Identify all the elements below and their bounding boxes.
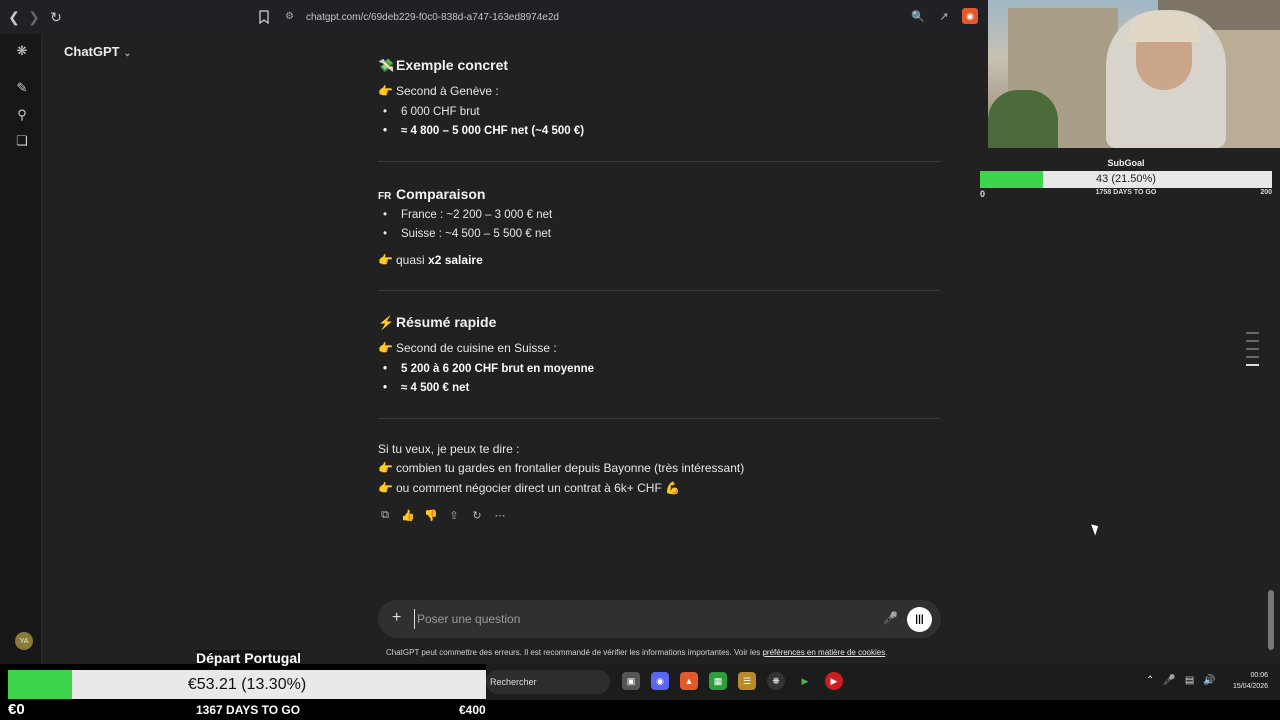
model-selector[interactable]: ChatGPT ⌄: [64, 44, 131, 59]
library-icon[interactable]: ❏: [13, 132, 31, 150]
share-icon[interactable]: ⇧: [447, 508, 461, 522]
disclaimer: ChatGPT peut commettre des erreurs. Il e…: [386, 648, 888, 657]
address-bar[interactable]: chatgpt.com/c/69deb229-f0c0-838d-a747-16…: [306, 12, 559, 23]
forward-icon[interactable]: ❯: [24, 7, 44, 27]
prompt-input[interactable]: [414, 609, 854, 629]
message-actions: ⧉ 👍 👎 ⇧ ↻ ⋯: [378, 508, 507, 522]
taskbar-search[interactable]: Rechercher: [486, 670, 610, 694]
pointing-hand-icon: 👉: [378, 84, 393, 98]
zoom-icon[interactable]: 🔍: [910, 8, 926, 24]
paragraph: 👉 combien tu gardes en frontalier depuis …: [378, 461, 745, 475]
back-icon[interactable]: ❮: [4, 7, 24, 27]
more-icon[interactable]: ⋯: [493, 508, 507, 522]
chatgpt-app-icon[interactable]: ❋: [767, 672, 785, 690]
chevron-up-icon[interactable]: ⌃: [1146, 675, 1154, 686]
taskbar: Rechercher ▣ ◉ ▲ ▦ ☰ ❋ ▶ ▶ ⌃ 🎤 ▤ 🔊 00:06…: [486, 664, 1280, 700]
list-item: Suisse : ~4 500 – 5 500 € net: [383, 228, 551, 240]
paragraph: 👉 Second à Genève :: [378, 84, 499, 98]
file-explorer-icon[interactable]: ▣: [622, 672, 640, 690]
browser-toolbar: ❮ ❯ ↻ ⚙ chatgpt.com/c/69deb229-f0c0-838d…: [0, 0, 988, 34]
new-chat-icon[interactable]: ✎: [13, 79, 31, 97]
clock-date: 15/04/2026: [1232, 683, 1268, 690]
youtube-icon[interactable]: ▶: [825, 672, 843, 690]
goal-progress-text: €53.21 (13.30%): [187, 676, 307, 693]
pointing-hand-icon: 👉: [378, 481, 393, 495]
regenerate-icon[interactable]: ↻: [470, 508, 484, 522]
scrollbar[interactable]: [1268, 590, 1274, 650]
copy-icon[interactable]: ⧉: [378, 508, 392, 522]
site-settings-icon[interactable]: ⚙: [285, 11, 294, 22]
spreadsheet-icon[interactable]: ▦: [709, 672, 727, 690]
mouse-cursor: [1091, 522, 1101, 536]
pointing-hand-icon: 👉: [378, 461, 393, 475]
goal-title: Départ Portugal: [196, 650, 302, 666]
play-store-icon[interactable]: ▶: [796, 672, 814, 690]
heading-comparison: FR Comparaison: [378, 186, 486, 202]
subgoal-days: 1758 DAYS TO GO: [1095, 189, 1157, 196]
reload-icon[interactable]: ↻: [46, 7, 66, 27]
add-attachment-icon[interactable]: +: [392, 609, 401, 627]
paragraph: 👉 quasi x2 salaire: [378, 253, 483, 267]
thumbs-up-icon[interactable]: 👍: [401, 508, 415, 522]
heading-concrete-example: 💸 Exemple concret: [378, 57, 509, 73]
pointing-hand-icon: 👉: [378, 341, 393, 355]
heading-quick-summary: ⚡ Résumé rapide: [378, 314, 497, 330]
sidebar-rail: ❋ ✎ ⚲ ❏ YA: [0, 34, 42, 664]
openai-logo-icon[interactable]: ❋: [13, 42, 31, 60]
list-item: France : ~2 200 – 3 000 € net: [383, 209, 552, 221]
stack-app-icon[interactable]: ☰: [738, 672, 756, 690]
subgoal-widget: SubGoal 43 (21.50%) 0 1758 DAYS TO GO 20…: [980, 158, 1272, 201]
discord-icon[interactable]: ◉: [651, 672, 669, 690]
goal-progress-bar: €53.21 (13.30%): [8, 670, 486, 699]
subgoal-max: 200: [1260, 189, 1272, 196]
brave-icon[interactable]: ▲: [680, 672, 698, 690]
chevron-down-icon: ⌄: [123, 48, 132, 58]
goal-min: €0: [8, 701, 25, 718]
chat-composer: + 🎤 |||: [378, 600, 941, 638]
divider: [378, 161, 941, 162]
list-item: ≈ 4 500 € net: [383, 382, 469, 394]
clock-time: 00:06: [1250, 672, 1268, 679]
voice-mode-button[interactable]: |||: [907, 607, 932, 632]
webcam-overlay: [988, 0, 1280, 148]
france-flag-icon: FR: [378, 191, 392, 202]
list-item: 5 200 à 6 200 CHF brut en moyenne: [383, 363, 594, 375]
list-item: ≈ 4 800 – 5 000 CHF net (~4 500 €): [383, 125, 584, 137]
conversation-outline[interactable]: [1246, 332, 1259, 372]
microphone-tray-icon[interactable]: 🎤: [1163, 675, 1175, 686]
paragraph: 👉 Second de cuisine en Suisse :: [378, 341, 557, 355]
system-clock[interactable]: 00:06 15/04/2026: [1226, 670, 1268, 692]
search-icon[interactable]: ⚲: [13, 106, 31, 124]
list-item: 6 000 CHF brut: [383, 106, 480, 118]
divider: [378, 418, 941, 419]
goal-max: €400: [459, 703, 486, 717]
subgoal-progress-bar: 43 (21.50%): [980, 171, 1272, 188]
share-icon[interactable]: ↗: [936, 8, 952, 24]
pointing-hand-icon: 👉: [378, 253, 393, 267]
money-emoji-icon: 💸: [378, 58, 395, 73]
subgoal-title: SubGoal: [1107, 158, 1145, 168]
stream-bottom-bar: Départ Portugal €53.21 (13.30%) €0 1367 …: [0, 650, 1280, 720]
paragraph: 👉 ou comment négocier direct un contrat à…: [378, 481, 681, 495]
brave-shield-icon[interactable]: ◉: [962, 8, 978, 24]
subgoal-progress-text: 43 (21.50%): [1096, 173, 1156, 185]
microphone-icon[interactable]: 🎤: [883, 611, 898, 625]
bookmark-icon[interactable]: [258, 10, 270, 24]
lightning-icon: ⚡: [378, 315, 395, 330]
divider: [378, 290, 941, 291]
goal-days: 1367 DAYS TO GO: [196, 703, 301, 717]
network-icon[interactable]: ▤: [1185, 675, 1194, 686]
model-label: ChatGPT: [64, 44, 120, 59]
thumbs-down-icon[interactable]: 👎: [424, 508, 438, 522]
avatar[interactable]: YA: [15, 632, 33, 650]
volume-icon[interactable]: 🔊: [1203, 675, 1215, 686]
paragraph: Si tu veux, je peux te dire :: [378, 442, 520, 456]
cookie-preferences-link[interactable]: préférences en matière de cookies: [762, 648, 885, 657]
